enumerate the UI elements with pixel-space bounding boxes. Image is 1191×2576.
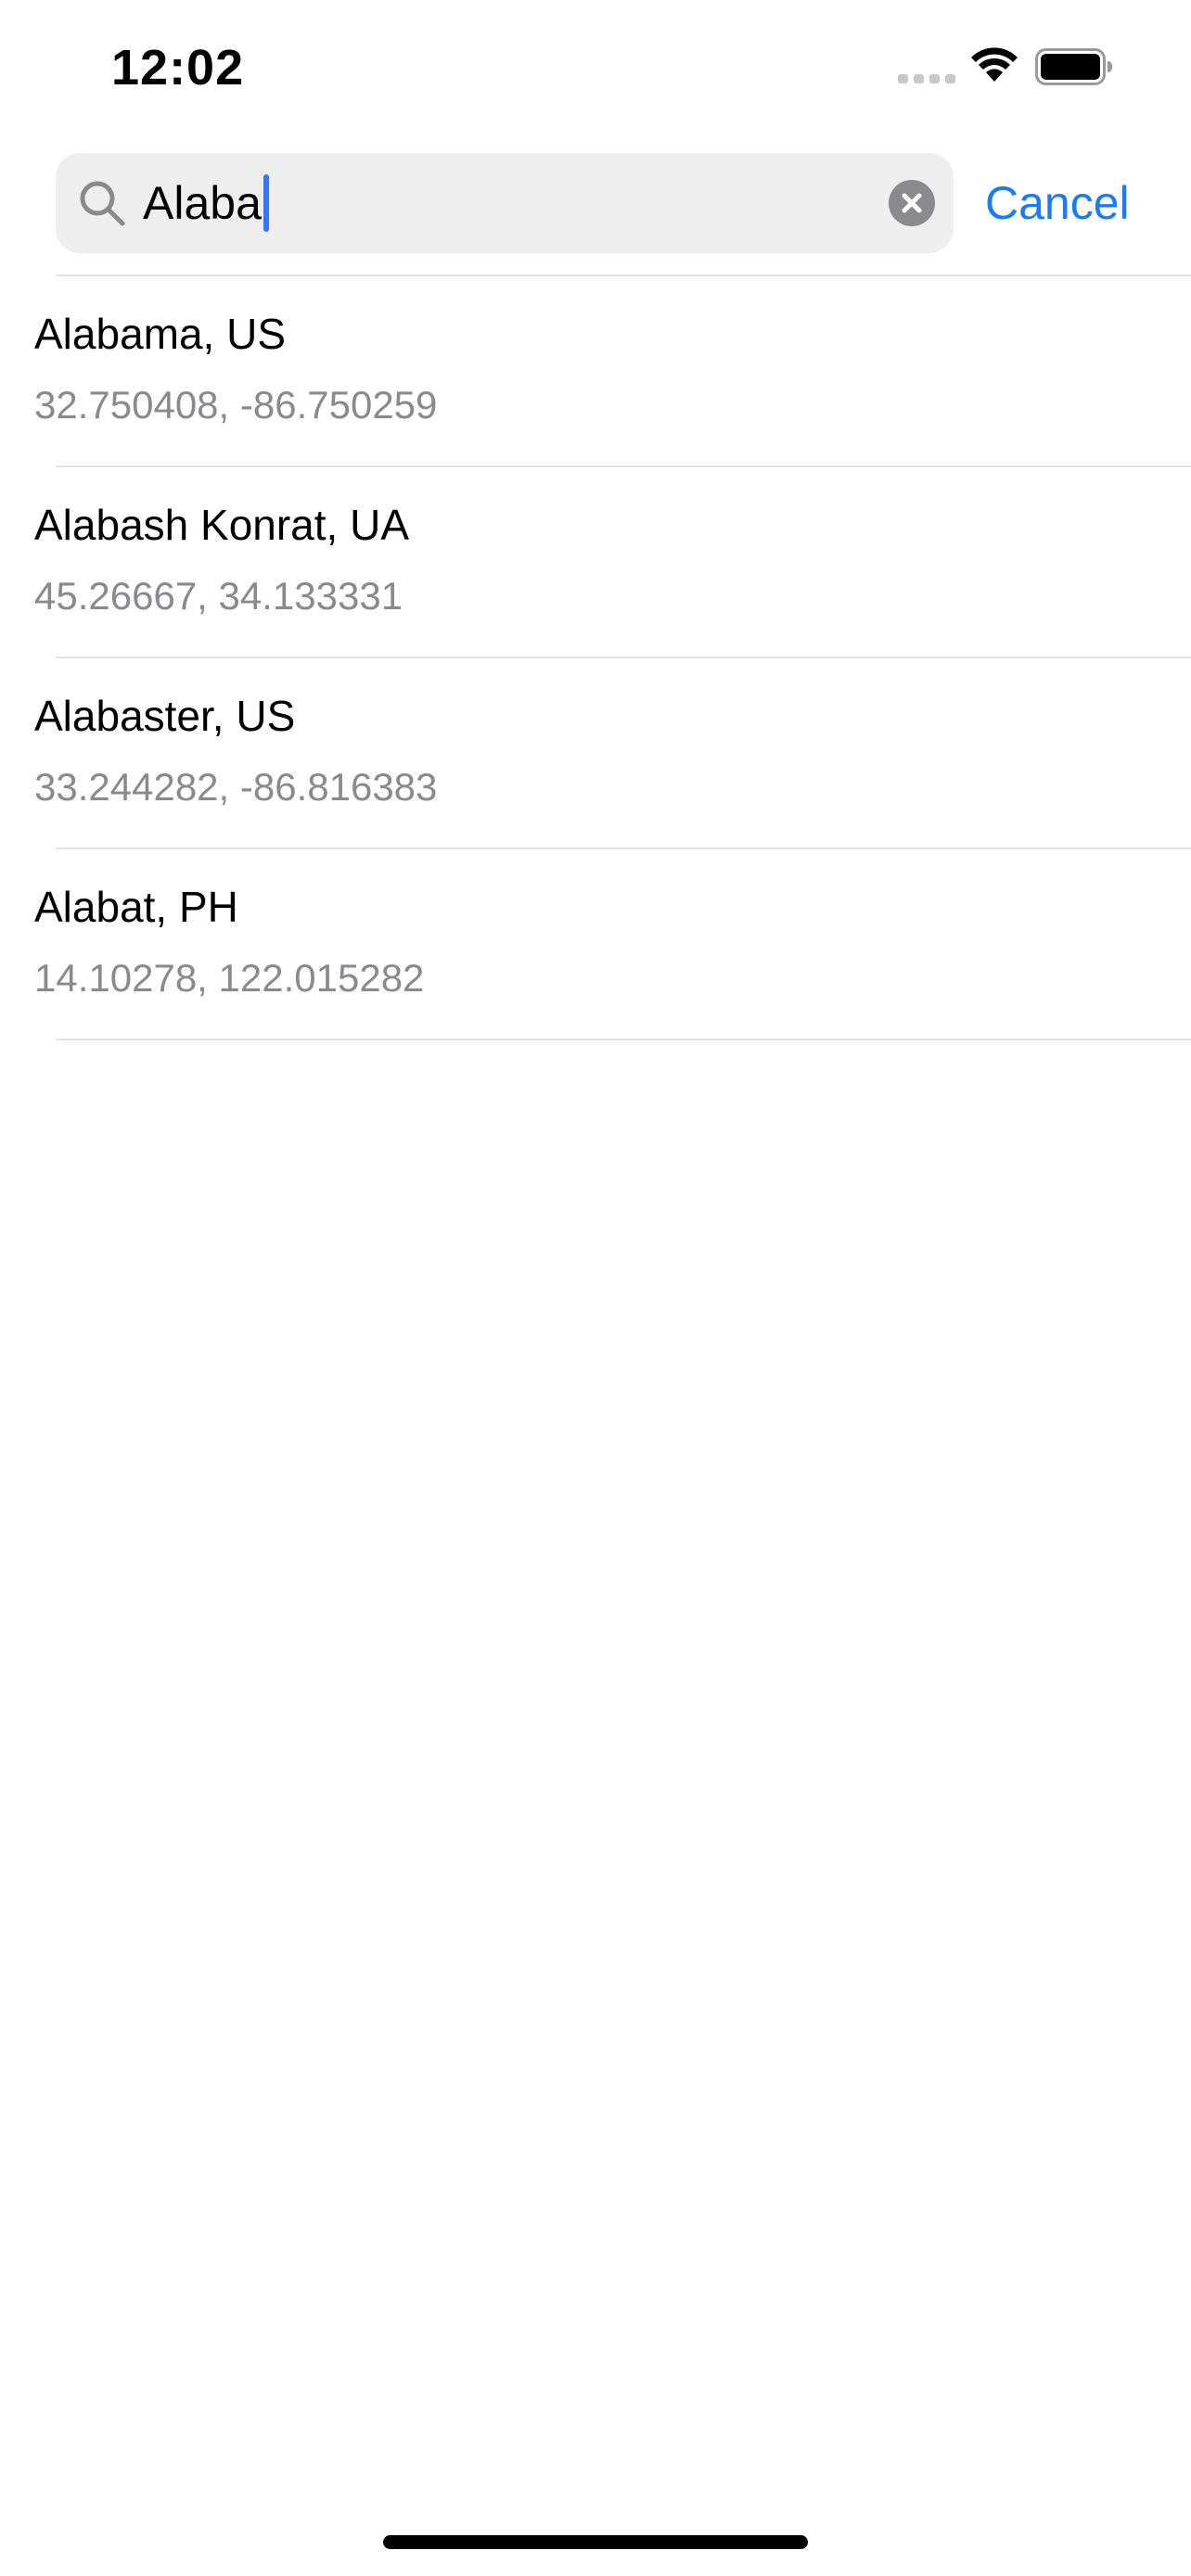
cancel-button[interactable]: Cancel: [985, 153, 1130, 253]
result-coordinates: 32.750408, -86.750259: [34, 383, 438, 427]
list-item[interactable]: Alabat, PH 14.10278, 122.015282: [0, 849, 1191, 1040]
result-title: Alabaster, US: [34, 692, 296, 740]
divider: [56, 1039, 1191, 1040]
search-icon: [80, 181, 125, 226]
result-title: Alabat, PH: [34, 883, 238, 931]
search-field[interactable]: Alaba: [56, 153, 954, 253]
status-bar: 12:02: [0, 0, 1191, 139]
list-item[interactable]: Alabash Konrat, UA 45.26667, 34.133331: [0, 467, 1191, 658]
result-coordinates: 33.244282, -86.816383: [34, 765, 438, 809]
list-item[interactable]: Alabaster, US 33.244282, -86.816383: [0, 658, 1191, 849]
results-list: Alabama, US 32.750408, -86.750259 Alabas…: [0, 276, 1191, 1040]
status-time: 12:02: [111, 40, 245, 96]
result-coordinates: 45.26667, 34.133331: [34, 574, 403, 618]
wifi-icon: [971, 47, 1018, 82]
home-indicator[interactable]: [383, 2535, 808, 2549]
battery-icon: [1035, 48, 1112, 85]
cellular-signal-icon: [898, 74, 955, 83]
text-cursor: [263, 174, 269, 232]
result-title: Alabash Konrat, UA: [34, 501, 410, 549]
result-title: Alabama, US: [34, 310, 287, 358]
search-input[interactable]: Alaba: [143, 153, 262, 253]
result-coordinates: 14.10278, 122.015282: [34, 956, 425, 1000]
list-item[interactable]: Alabama, US 32.750408, -86.750259: [0, 276, 1191, 467]
clear-icon[interactable]: [889, 180, 935, 226]
